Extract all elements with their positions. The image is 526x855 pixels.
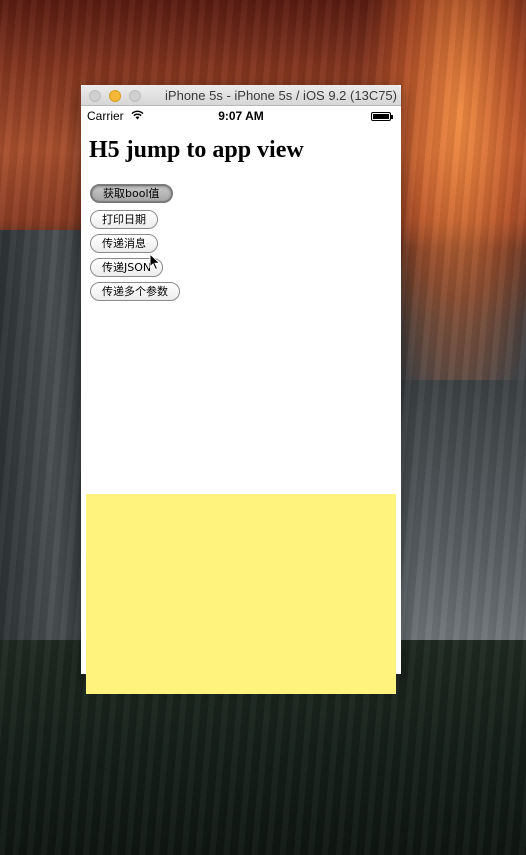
window-zoom-button[interactable] (129, 90, 141, 102)
page-title: H5 jump to app view (89, 137, 304, 163)
get-bool-button[interactable]: 获取bool值 (90, 184, 173, 203)
web-view: H5 jump to app view 获取bool值 打印日期 传递消息 传递… (81, 126, 401, 694)
send-multiple-params-button[interactable]: 传递多个参数 (90, 282, 180, 301)
window-close-button[interactable] (89, 90, 101, 102)
native-app-view (86, 494, 396, 694)
window-title: iPhone 5s - iPhone 5s / iOS 9.2 (13C75) (165, 88, 397, 103)
simulator-window: iPhone 5s - iPhone 5s / iOS 9.2 (13C75) … (81, 85, 401, 694)
window-minimize-button[interactable] (109, 90, 121, 102)
status-time: 9:07 AM (218, 109, 264, 123)
battery-icon (371, 112, 393, 121)
window-titlebar[interactable]: iPhone 5s - iPhone 5s / iOS 9.2 (13C75) (81, 85, 401, 106)
print-date-button[interactable]: 打印日期 (90, 210, 158, 229)
send-message-button[interactable]: 传递消息 (90, 234, 158, 253)
ios-status-bar: Carrier 9:07 AM (81, 106, 401, 126)
mouse-cursor-icon (149, 253, 161, 271)
